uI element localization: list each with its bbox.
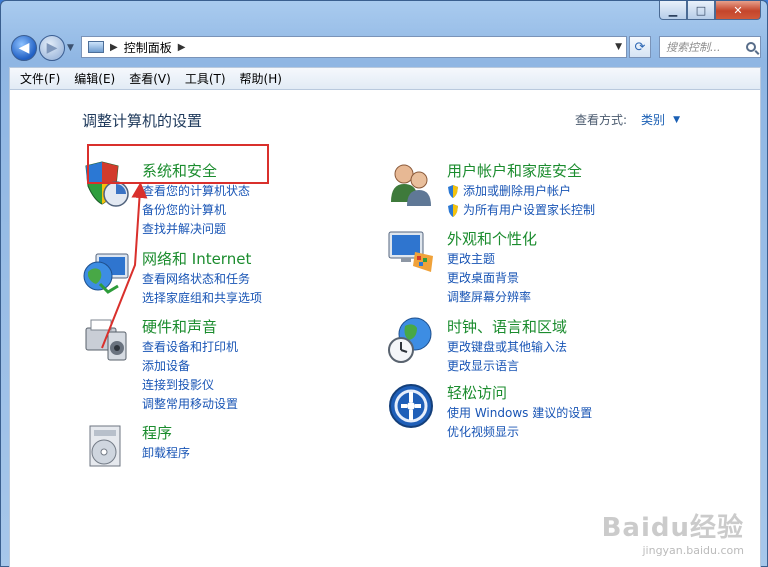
back-button[interactable]: ◀ <box>11 35 37 61</box>
link-projector[interactable]: 连接到投影仪 <box>142 376 238 395</box>
uac-shield-icon <box>448 204 458 217</box>
view-by: 查看方式: 类别 ▼ <box>575 111 680 128</box>
control-panel-icon <box>88 41 104 53</box>
printer-speaker-icon[interactable] <box>82 316 130 364</box>
link-text: 为所有用户设置家长控制 <box>463 203 596 217</box>
forward-button[interactable]: ▶ <box>39 35 65 61</box>
link-screen-resolution[interactable]: 调整屏幕分辨率 <box>447 288 531 307</box>
view-by-label: 查看方式: <box>575 113 628 127</box>
link-desktop-background[interactable]: 更改桌面背景 <box>447 269 531 288</box>
link-mobility[interactable]: 调整常用移动设置 <box>142 395 238 414</box>
menu-help[interactable]: 帮助(H) <box>234 70 290 87</box>
shield-chart-icon[interactable] <box>82 160 130 208</box>
users-icon[interactable] <box>387 160 435 208</box>
link-parental-controls[interactable]: 为所有用户设置家长控制 <box>447 201 595 220</box>
link-network-status[interactable]: 查看网络状态和任务 <box>142 270 262 289</box>
link-devices-printers[interactable]: 查看设备和打印机 <box>142 338 238 357</box>
link-view-status[interactable]: 查看您的计算机状态 <box>142 182 250 201</box>
programs-disc-icon[interactable] <box>82 422 130 470</box>
link-display-language[interactable]: 更改显示语言 <box>447 357 567 376</box>
link-text: 添加或删除用户帐户 <box>463 184 572 198</box>
refresh-icon: ⟳ <box>634 39 646 55</box>
watermark-url: jingyan.baidu.com <box>642 544 744 557</box>
breadcrumb-separator-icon[interactable]: ▶ <box>178 42 186 53</box>
link-uninstall[interactable]: 卸载程序 <box>142 444 190 463</box>
menu-tools[interactable]: 工具(T) <box>179 70 234 87</box>
link-change-keyboard[interactable]: 更改键盘或其他输入法 <box>447 338 567 357</box>
ease-of-access-icon[interactable] <box>387 382 435 430</box>
page-title: 调整计算机的设置 <box>82 112 203 130</box>
watermark-logo: Baidu经验 <box>601 513 744 543</box>
link-change-theme[interactable]: 更改主题 <box>447 250 531 269</box>
refresh-button[interactable]: ⟳ <box>629 36 651 58</box>
navigation-bar: ◀ ▶ ▼ ▶ 控制面板 ▶ ▼ ⟳ 搜索控制... <box>9 33 761 61</box>
search-input[interactable]: 搜索控制... <box>666 39 721 55</box>
history-dropdown-icon[interactable]: ▼ <box>67 43 74 53</box>
link-troubleshoot[interactable]: 查找并解决问题 <box>142 220 250 239</box>
breadcrumb-control-panel[interactable]: 控制面板 <box>124 39 172 56</box>
link-backup[interactable]: 备份您的计算机 <box>142 201 250 220</box>
search-box[interactable]: 搜索控制... <box>659 36 761 58</box>
uac-shield-icon <box>448 185 458 198</box>
category-title[interactable]: 系统和安全 <box>142 160 217 181</box>
menu-view[interactable]: 查看(V) <box>123 70 179 87</box>
link-optimize-display[interactable]: 优化视频显示 <box>447 423 592 442</box>
link-windows-suggested[interactable]: 使用 Windows 建议的设置 <box>447 404 592 423</box>
category-title[interactable]: 外观和个性化 <box>447 228 537 249</box>
watermark: Baidu经验 jingyan.baidu.com <box>602 507 744 557</box>
clock-globe-icon[interactable] <box>387 316 435 364</box>
menu-edit[interactable]: 编辑(E) <box>68 70 123 87</box>
breadcrumb-separator-icon[interactable]: ▶ <box>110 42 118 53</box>
minimize-button[interactable]: ▁ <box>659 1 687 20</box>
caption-buttons: ▁ □ ✕ <box>659 1 761 20</box>
monitor-palette-icon[interactable] <box>387 228 435 276</box>
link-homegroup[interactable]: 选择家庭组和共享选项 <box>142 289 262 308</box>
link-add-remove-users[interactable]: 添加或删除用户帐户 <box>447 182 595 201</box>
link-add-device[interactable]: 添加设备 <box>142 357 238 376</box>
maximize-button[interactable]: □ <box>687 1 715 20</box>
category-title[interactable]: 轻松访问 <box>447 382 507 403</box>
category-title[interactable]: 程序 <box>142 422 172 443</box>
category-title[interactable]: 网络和 Internet <box>142 248 251 269</box>
search-icon[interactable] <box>746 42 756 52</box>
view-by-value[interactable]: 类别 <box>641 111 665 128</box>
address-dropdown-icon[interactable]: ▼ <box>615 42 622 52</box>
close-button[interactable]: ✕ <box>715 1 761 20</box>
category-title[interactable]: 时钟、语言和区域 <box>447 316 567 337</box>
view-by-dropdown-icon[interactable]: ▼ <box>673 115 680 125</box>
menu-file[interactable]: 文件(F) <box>14 70 68 87</box>
window-frame: ▁ □ ✕ ◀ ▶ ▼ ▶ 控制面板 ▶ ▼ ⟳ 搜索控制... 文件(F) 编… <box>0 0 768 567</box>
category-title[interactable]: 硬件和声音 <box>142 316 217 337</box>
category-title[interactable]: 用户帐户和家庭安全 <box>447 160 582 181</box>
back-arrow-icon: ◀ <box>18 40 30 56</box>
forward-arrow-icon: ▶ <box>46 40 58 56</box>
content-area: 调整计算机的设置 查看方式: 类别 ▼ 系统和安全 查看您的计算机状态 备份您的… <box>9 89 761 567</box>
menu-bar: 文件(F) 编辑(E) 查看(V) 工具(T) 帮助(H) <box>9 67 761 89</box>
address-bar[interactable]: ▶ 控制面板 ▶ ▼ <box>81 36 627 58</box>
network-globe-icon[interactable] <box>82 248 130 296</box>
